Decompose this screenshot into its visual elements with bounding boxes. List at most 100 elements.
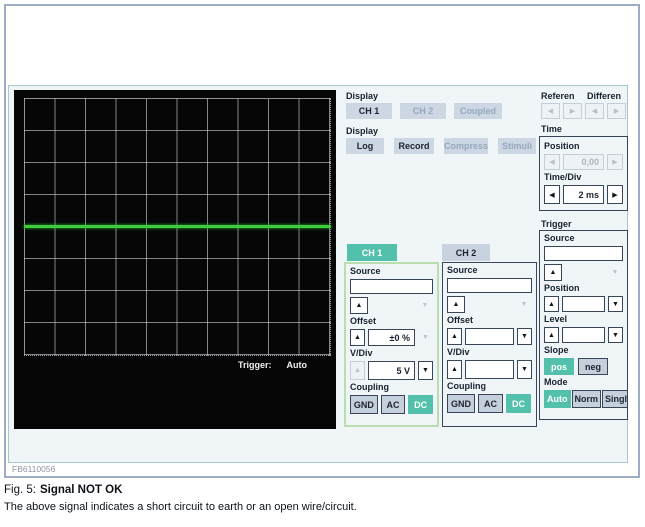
trigger-position-down-button[interactable]: ▼ (608, 296, 623, 312)
ch1-vdiv-value: 5 V (368, 361, 415, 380)
ch2-tab-button[interactable]: CH 2 (442, 244, 490, 261)
trigger-source-down-button[interactable]: ▼ (607, 264, 623, 281)
figure-code: FB6110056 (12, 464, 56, 474)
ch2-offset-value (465, 328, 514, 345)
time-position-label: Position (544, 141, 580, 151)
figure-description: The above signal indicates a short circu… (4, 501, 357, 513)
down-arrow-icon: ▼ (422, 334, 429, 341)
ch2-source-up-button[interactable]: ▲ (447, 296, 465, 313)
trigger-source-input[interactable] (544, 246, 623, 261)
ch1-panel: Source ▲ ▼ Offset ▲ ±0 % ▼ V/Div ▲ 5 V ▼… (344, 262, 439, 427)
up-arrow-icon: ▲ (549, 269, 557, 276)
trigger-readout: Trigger: Auto (238, 360, 307, 370)
difference-next-button[interactable]: ▶ (607, 103, 626, 119)
ch1-offset-down-button[interactable]: ▼ (418, 329, 433, 346)
trigger-mode-label: Mode (544, 377, 568, 387)
timediv-value: 2 ms (563, 185, 604, 204)
reference-prev-button[interactable]: ◀ (541, 103, 560, 119)
ch1-source-label: Source (350, 266, 381, 276)
difference-label: Differen (587, 91, 622, 101)
ch1-vdiv-down-button[interactable]: ▼ (418, 361, 433, 380)
record-button[interactable]: Record (394, 138, 434, 154)
stimuli-button[interactable]: Stimuli (498, 138, 536, 154)
ch2-offset-up-button[interactable]: ▲ (447, 328, 462, 345)
down-arrow-icon: ▼ (612, 331, 619, 339)
up-arrow-icon: ▲ (451, 366, 458, 373)
ch2-coupling-ac-button[interactable]: AC (478, 394, 503, 413)
mode-single-button[interactable]: Single (602, 390, 627, 408)
reference-next-button[interactable]: ▶ (563, 103, 582, 119)
timediv-label: Time/Div (544, 172, 582, 182)
ch1-coupling-dc-button[interactable]: DC (408, 395, 433, 414)
ch2-vdiv-label: V/Div (447, 347, 470, 357)
ch2-vdiv-up-button[interactable]: ▲ (447, 360, 462, 379)
display-coupled-button[interactable]: Coupled (454, 103, 502, 119)
ch2-coupling-gnd-button[interactable]: GND (447, 394, 475, 413)
ch1-vdiv-label: V/Div (350, 348, 373, 358)
display-modes-row: Log Record Compress Stimuli (346, 138, 536, 154)
compress-button[interactable]: Compress (444, 138, 488, 154)
ch2-source-down-button[interactable]: ▼ (516, 296, 532, 313)
ch1-source-down-button[interactable]: ▼ (417, 297, 433, 314)
log-button[interactable]: Log (346, 138, 384, 154)
ch2-source-input[interactable] (447, 278, 532, 293)
up-arrow-icon: ▲ (548, 300, 555, 308)
trigger-source-up-button[interactable]: ▲ (544, 264, 562, 281)
reference-label: Referen (541, 91, 575, 101)
display-modes-label: Display (346, 126, 379, 136)
timediv-increment-button[interactable]: ▶ (607, 185, 623, 204)
ch1-vdiv-up-button[interactable]: ▲ (350, 361, 365, 380)
ch1-coupling-gnd-button[interactable]: GND (350, 395, 378, 414)
trigger-position-value (562, 296, 605, 312)
down-arrow-icon: ▼ (521, 366, 528, 373)
trigger-level-value (562, 327, 605, 343)
figure-caption-title: Signal NOT OK (39, 484, 123, 496)
ch1-offset-value: ±0 % (368, 329, 415, 346)
ch2-coupling-dc-button[interactable]: DC (506, 394, 531, 413)
ch1-coupling-label: Coupling (350, 382, 389, 392)
display-ch1-button[interactable]: CH 1 (346, 103, 392, 119)
right-arrow-icon: ▶ (612, 159, 618, 166)
oscilloscope-screenshot: Trigger: Auto Display CH 1 CH 2 Coupled … (8, 85, 628, 463)
ch1-offset-up-button[interactable]: ▲ (350, 329, 365, 346)
trigger-position-up-button[interactable]: ▲ (544, 296, 559, 312)
up-arrow-icon: ▲ (355, 302, 363, 309)
display-channels-label: Display (346, 91, 379, 101)
mode-auto-button[interactable]: Auto (544, 390, 571, 408)
timediv-decrement-button[interactable]: ◀ (544, 185, 560, 204)
trigger-slope-label: Slope (544, 345, 569, 355)
ch1-offset-label: Offset (350, 316, 377, 326)
trigger-level-up-button[interactable]: ▲ (544, 327, 559, 343)
trigger-position-label: Position (544, 283, 580, 293)
ch1-coupling-ac-button[interactable]: AC (380, 395, 406, 414)
ch2-panel: Source ▲ ▼ Offset ▲ ▼ V/Div ▲ ▼ Coupling… (442, 262, 537, 427)
ch1-tab-button[interactable]: CH 1 (347, 244, 397, 261)
ch2-vdiv-down-button[interactable]: ▼ (517, 360, 532, 379)
time-position-increment-button[interactable]: ▶ (607, 154, 623, 170)
up-arrow-icon: ▲ (354, 367, 361, 374)
scope-display: Trigger: Auto (14, 90, 336, 429)
mode-norm-button[interactable]: Norm (571, 390, 602, 408)
time-position-decrement-button[interactable]: ◀ (544, 154, 560, 170)
down-arrow-icon: ▼ (611, 269, 619, 276)
down-arrow-icon: ▼ (612, 300, 619, 308)
ch1-source-input[interactable] (350, 279, 433, 294)
up-arrow-icon: ▲ (548, 331, 555, 339)
ch1-source-up-button[interactable]: ▲ (350, 297, 368, 314)
trigger-level-label: Level (544, 314, 568, 324)
down-arrow-icon: ▼ (521, 333, 528, 340)
trigger-readout-value: Auto (286, 360, 308, 370)
slope-neg-button[interactable]: neg (578, 358, 608, 375)
slope-pos-button[interactable]: pos (544, 358, 574, 375)
display-ch2-button[interactable]: CH 2 (400, 103, 446, 119)
ch2-offset-label: Offset (447, 315, 474, 325)
ch2-offset-down-button[interactable]: ▼ (517, 328, 532, 345)
up-arrow-icon: ▲ (451, 333, 458, 340)
ch2-source-label: Source (447, 265, 478, 275)
trigger-level-down-button[interactable]: ▼ (608, 327, 623, 343)
display-channels-row: CH 1 CH 2 Coupled (346, 103, 502, 119)
ch2-vdiv-value (465, 360, 514, 379)
left-arrow-icon: ◀ (549, 191, 555, 199)
difference-arrows: ◀ ▶ (585, 103, 626, 119)
difference-prev-button[interactable]: ◀ (585, 103, 604, 119)
